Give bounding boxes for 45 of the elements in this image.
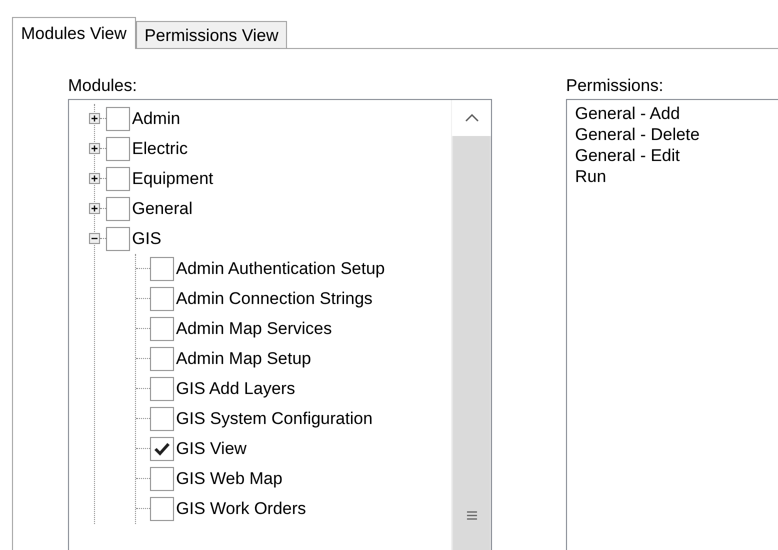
- tree-item-label[interactable]: Admin Authentication Setup: [174, 258, 385, 278]
- modules-label: Modules:: [68, 76, 137, 96]
- tree-item-label[interactable]: GIS System Configuration: [174, 408, 373, 428]
- grip-icon: [466, 510, 476, 520]
- tree-item-label[interactable]: Electric: [130, 138, 188, 158]
- tree-item-label[interactable]: Admin: [130, 108, 180, 128]
- permissions-label: Permissions:: [566, 76, 664, 96]
- checkbox[interactable]: [150, 496, 174, 521]
- collapse-icon[interactable]: [89, 233, 100, 244]
- tree-item-label[interactable]: General: [130, 198, 192, 218]
- tab[interactable]: Permissions View: [136, 21, 288, 48]
- tree-item-label[interactable]: GIS Web Map: [174, 468, 282, 488]
- tree-item-label[interactable]: GIS: [130, 228, 162, 248]
- checkbox[interactable]: [150, 316, 174, 341]
- tab[interactable]: Modules View: [12, 17, 136, 49]
- tree-item-label[interactable]: Admin Connection Strings: [174, 288, 373, 308]
- check-icon: [154, 442, 170, 456]
- tree-item-label[interactable]: Admin Map Setup: [174, 348, 312, 368]
- checkbox[interactable]: [150, 346, 174, 371]
- expand-icon[interactable]: [89, 173, 100, 184]
- scroll-up-button[interactable]: [452, 100, 491, 136]
- checkbox[interactable]: [150, 286, 174, 311]
- checkbox[interactable]: [150, 406, 174, 431]
- checkbox[interactable]: [106, 226, 130, 251]
- tree-item-label[interactable]: Equipment: [130, 168, 214, 188]
- tree-item-label[interactable]: GIS View: [174, 438, 247, 458]
- checkbox[interactable]: [106, 106, 130, 131]
- expand-icon[interactable]: [89, 203, 100, 214]
- permission-item[interactable]: General - Delete: [575, 124, 770, 145]
- checkbox[interactable]: [106, 136, 130, 161]
- tree-item-label[interactable]: Admin Map Services: [174, 318, 332, 338]
- permission-item[interactable]: General - Edit: [575, 144, 770, 166]
- checkbox[interactable]: [150, 466, 174, 491]
- tree-item-label[interactable]: GIS Work Orders: [174, 498, 306, 518]
- checkbox[interactable]: [150, 376, 174, 401]
- checkbox[interactable]: [150, 436, 174, 461]
- checkbox[interactable]: [106, 196, 130, 221]
- checkbox[interactable]: [106, 166, 130, 191]
- chevron-up-icon: [464, 114, 478, 122]
- expand-icon[interactable]: [89, 143, 100, 154]
- expand-icon[interactable]: [89, 113, 100, 124]
- permission-item[interactable]: General - Add: [575, 102, 770, 124]
- tree-item-label[interactable]: GIS Add Layers: [174, 378, 296, 398]
- permission-item[interactable]: Run: [575, 166, 770, 187]
- checkbox[interactable]: [150, 256, 174, 281]
